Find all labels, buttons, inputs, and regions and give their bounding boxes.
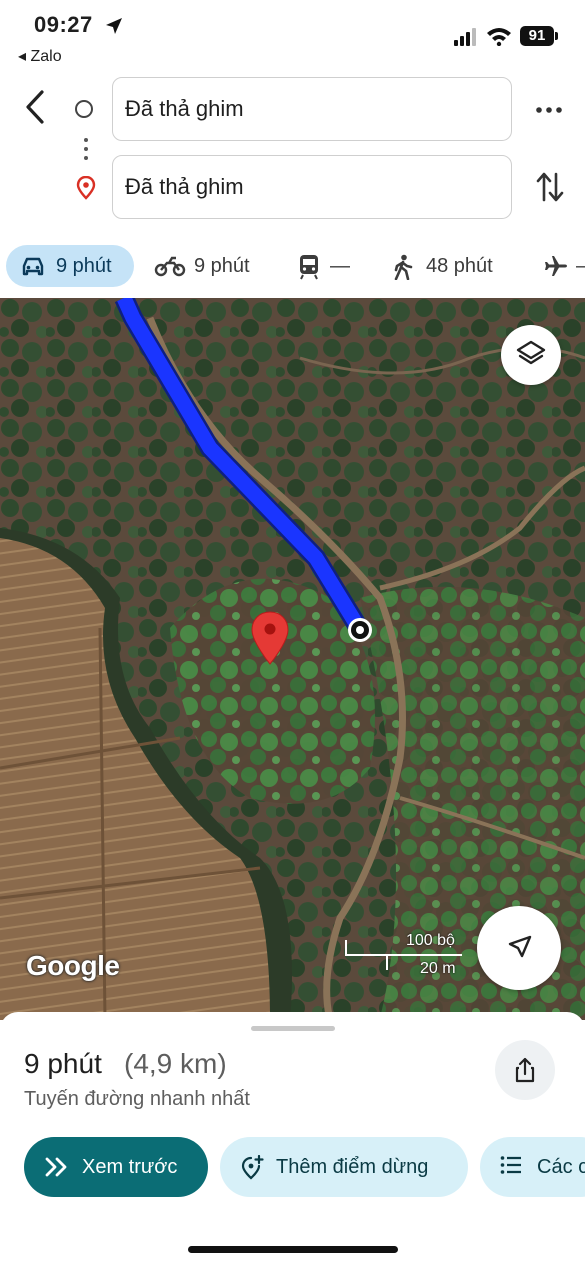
more-options-icon[interactable]	[534, 100, 564, 120]
mode-driving-time: 9 phút	[56, 255, 112, 277]
mode-flight-time: –	[576, 245, 585, 287]
mode-transit[interactable]: —	[298, 245, 358, 287]
add-location-icon	[241, 1155, 264, 1180]
my-location-button[interactable]	[477, 906, 561, 990]
add-stop-button[interactable]: Thêm điểm dừng	[220, 1137, 468, 1197]
flight-icon	[545, 256, 567, 276]
walk-icon	[394, 254, 413, 280]
travel-mode-bar: 9 phút 9 phút — 48 phút –	[0, 238, 585, 296]
layers-icon	[516, 340, 546, 365]
battery-indicator: 91	[520, 26, 554, 46]
mode-driving[interactable]: 9 phút	[6, 245, 134, 287]
location-arrow-icon	[106, 18, 122, 34]
route-duration: 9 phút	[24, 1048, 102, 1079]
double-chevron-icon	[45, 1157, 67, 1177]
car-icon	[22, 257, 44, 276]
mode-motorbike-time: 9 phút	[194, 255, 250, 277]
transit-icon	[300, 255, 318, 280]
clock: 09:27	[34, 12, 93, 37]
mode-walking[interactable]: 48 phút	[392, 245, 512, 287]
signal-icon	[454, 28, 476, 46]
steps-button[interactable]: Các c	[480, 1137, 585, 1197]
destination-pin-icon	[76, 176, 96, 200]
map-layers-button[interactable]	[501, 325, 561, 385]
swap-icon[interactable]	[536, 170, 564, 204]
origin-circle-icon	[75, 100, 93, 118]
list-icon	[500, 1156, 521, 1174]
google-logo: Google	[26, 950, 120, 981]
wifi-icon	[487, 28, 511, 46]
connector-dot	[84, 156, 88, 160]
back-arrow-icon[interactable]	[18, 88, 52, 126]
connector-dot	[84, 138, 88, 142]
destination-input[interactable]: Đã thả ghim	[112, 155, 512, 219]
preview-button[interactable]: Xem trước	[24, 1137, 208, 1197]
route-distance: (4,9 km)	[124, 1048, 227, 1079]
route-description: Tuyến đường nhanh nhất	[24, 1088, 250, 1110]
connector-dot	[84, 147, 88, 151]
mode-walking-time: 48 phút	[426, 255, 493, 277]
origin-input[interactable]: Đã thả ghim	[112, 77, 512, 141]
preview-label: Xem trước	[82, 1156, 178, 1178]
share-button[interactable]	[495, 1040, 555, 1100]
navigation-arrow-icon	[508, 935, 532, 958]
home-indicator[interactable]	[188, 1246, 398, 1253]
motorbike-icon	[154, 256, 186, 277]
scale-metric-label: 20 m	[420, 960, 456, 977]
mode-transit-time: —	[330, 255, 350, 277]
battery-tip	[555, 32, 558, 40]
share-icon	[515, 1057, 535, 1083]
scale-imperial-label: 100 bộ	[406, 932, 455, 949]
back-to-app-link[interactable]: ◂ Zalo	[18, 46, 62, 66]
mode-flight[interactable]: –	[544, 245, 585, 287]
add-stop-label: Thêm điểm dừng	[276, 1156, 429, 1178]
steps-label: Các c	[537, 1156, 585, 1178]
mode-motorbike[interactable]: 9 phút	[154, 245, 264, 287]
sheet-drag-handle[interactable]	[251, 1026, 335, 1031]
